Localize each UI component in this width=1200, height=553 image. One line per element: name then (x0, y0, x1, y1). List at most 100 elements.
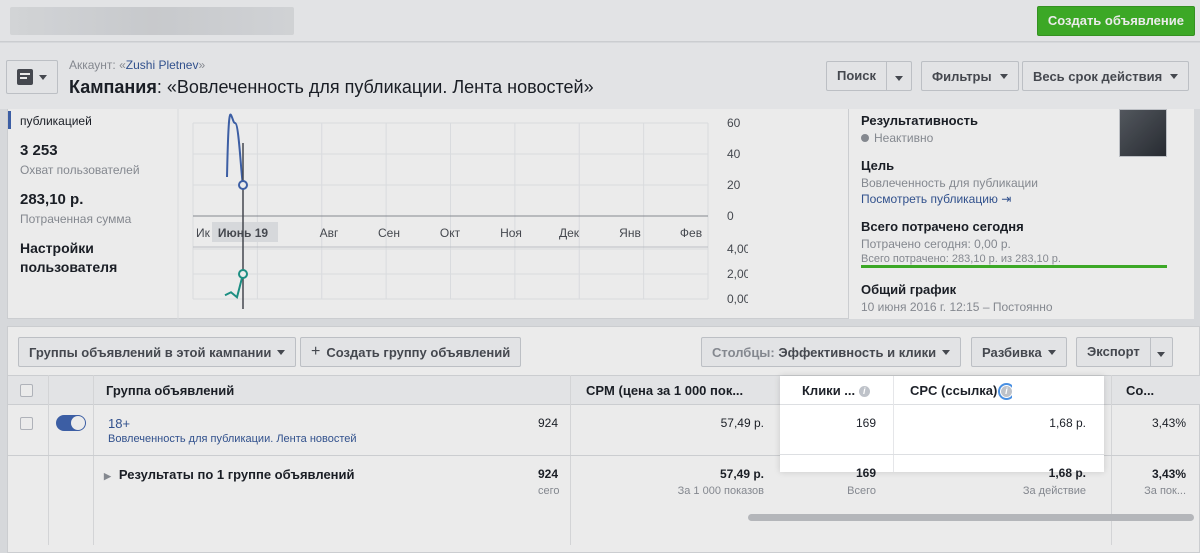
metrics-column: публикацией 3 253 Охват пользователей 28… (8, 109, 168, 319)
y-tick-label: 0,00 р. (727, 292, 748, 306)
schedule-block: Общий график 10 июня 2016 г. 12:15 – Пос… (861, 282, 1053, 314)
blurred-search-field[interactable] (10, 7, 294, 35)
column-divider (893, 376, 894, 472)
x-tick-label: Фев (680, 226, 702, 240)
breakdown-dropdown[interactable]: Разбивка (971, 337, 1067, 367)
overview-panel: публикацией 3 253 Охват пользователей 28… (7, 109, 1194, 319)
column-header-adset[interactable]: Группа объявлений (106, 376, 234, 405)
search-button[interactable]: Поиск (827, 62, 888, 90)
campaign-summary-card: Результативность Неактивно Цель Вовлечен… (848, 109, 1194, 319)
account-name-link[interactable]: Zushi Pletnev (126, 58, 199, 72)
status-dot-icon (861, 134, 869, 142)
chevron-down-icon (1156, 351, 1165, 357)
post-thumbnail[interactable] (1119, 109, 1167, 157)
y-tick-label: 2,00 р. (727, 267, 748, 281)
column-divider (48, 375, 49, 545)
reach-label: Охват пользователей (20, 163, 140, 177)
account-line: Аккаунт: «Zushi Pletnev» (69, 58, 206, 72)
totals-row-label[interactable]: ▶ Результаты по 1 группе объявлений (104, 467, 355, 482)
chevron-down-icon (942, 349, 951, 355)
row-checkbox[interactable] (20, 417, 33, 430)
filters-button[interactable]: Фильтры (921, 61, 1019, 91)
export-dropdown[interactable] (1156, 345, 1172, 360)
create-adset-button[interactable]: + Создать группу объявлений (300, 337, 522, 367)
totals-cpc: 1,68 р. (1048, 466, 1086, 480)
x-tick-label: Сен (378, 226, 400, 240)
cell-cpc: 1,68 р. (1049, 416, 1086, 430)
column-header-cpm[interactable]: CPM (цена за 1 000 пок... (586, 376, 766, 405)
spent-label: Потраченная сумма (20, 212, 132, 226)
create-ad-button[interactable]: Создать объявление (1036, 6, 1195, 36)
totals-ctr: 3,43% (1151, 467, 1186, 481)
y-tick-label: 4,00 р. (727, 242, 748, 256)
totals-cpc-sub: За действие (1022, 485, 1086, 497)
cell-hidden-value: 924 (538, 416, 559, 430)
chevron-down-icon (1170, 73, 1179, 79)
search-button-group: Поиск (826, 61, 912, 91)
totals-cpm-sub: За 1 000 показов (677, 485, 764, 497)
totals-cpm: 57,49 р. (719, 467, 764, 481)
external-link-icon: ⇥ (1001, 192, 1012, 206)
view-post-link[interactable]: Посмотреть публикацию ⇥ (861, 192, 1038, 206)
chevron-down-icon (895, 75, 904, 81)
spent-value: 283,10 р. (20, 191, 84, 208)
totals-clicks: 169 (855, 466, 876, 480)
export-button[interactable]: Экспорт (1077, 338, 1151, 366)
chevron-down-icon (39, 74, 47, 80)
data-point (238, 269, 248, 279)
chevron-down-icon (999, 73, 1008, 79)
select-all-checkbox[interactable] (20, 384, 33, 397)
performance-block: Результативность Неактивно (861, 113, 979, 145)
series-line (226, 113, 244, 186)
x-tick-label: Окт (440, 226, 461, 240)
document-icon (17, 69, 33, 85)
reach-value: 3 253 (20, 142, 58, 159)
page-title: Кампания: «Вовлеченность для публикации.… (69, 77, 594, 97)
y-tick-label: 0 (727, 209, 734, 223)
adset-toggle[interactable] (56, 415, 86, 431)
cell-clicks: 169 (855, 416, 876, 430)
highlighted-columns: Клики ... i CPC (ссылка) i 169 1,68 р. 1… (780, 376, 1104, 480)
search-dropdown[interactable] (895, 69, 910, 84)
campaign-menu-button[interactable] (6, 60, 58, 94)
chart-svg: 60402004,00 р.2,00 р.0,00 р.ИкИюнь 19Авг… (177, 109, 764, 319)
audience-settings-link[interactable]: Настройки пользователя (20, 239, 117, 277)
totals-clicks-sub: Всего (847, 485, 876, 497)
totals-hidden-value: 924 (538, 467, 559, 481)
plus-icon: + (311, 343, 321, 360)
horizontal-scrollbar[interactable] (748, 514, 1194, 521)
metric-label: публикацией (20, 114, 92, 128)
totals-hidden-sub: сего (538, 485, 560, 497)
info-icon[interactable]: i (858, 386, 870, 398)
x-tick-label: Авг (320, 226, 339, 240)
adset-subtitle: Вовлеченность для публикации. Лента ново… (108, 433, 357, 445)
x-tick-label: Ик (196, 226, 211, 240)
metric-accent-bar (8, 111, 11, 129)
cell-cpm: 57,49 р. (720, 416, 764, 430)
column-divider (93, 375, 94, 545)
adset-name-link[interactable]: 18+ (108, 416, 130, 431)
spend-progress-bar (861, 265, 1167, 268)
adsets-scope-dropdown[interactable]: Группы объявлений в этой кампании (18, 337, 297, 367)
date-range-button[interactable]: Весь срок действия (1022, 61, 1190, 91)
column-header-cpc[interactable]: CPC (ссылка) i (910, 376, 1012, 405)
cell-ctr: 3,43% (1151, 416, 1186, 430)
row-divider (780, 454, 1104, 455)
chevron-right-icon: ▶ (104, 471, 111, 481)
top-bar: Создать объявление (0, 0, 1200, 42)
column-header-clicks[interactable]: Клики ... i (802, 376, 870, 405)
info-icon[interactable]: i (997, 383, 1012, 401)
y-tick-label: 40 (727, 147, 741, 161)
data-point (238, 180, 248, 190)
goal-block: Цель Вовлеченность для публикации Посмот… (861, 158, 1038, 206)
today-spend-block: Всего потрачено сегодня Потрачено сегодн… (861, 219, 1061, 265)
x-tick-label: Янв (619, 226, 641, 240)
column-header-ctr[interactable]: Со... (1126, 376, 1186, 405)
y-tick-label: 60 (727, 116, 741, 130)
chevron-down-icon (1047, 349, 1056, 355)
column-divider (570, 375, 571, 545)
columns-dropdown[interactable]: Столбцы: Эффективность и клики (701, 337, 962, 367)
performance-chart: 60402004,00 р.2,00 р.0,00 р.ИкИюнь 19Авг… (168, 109, 764, 319)
y-tick-label: 20 (727, 178, 741, 192)
chevron-down-icon (277, 349, 286, 355)
